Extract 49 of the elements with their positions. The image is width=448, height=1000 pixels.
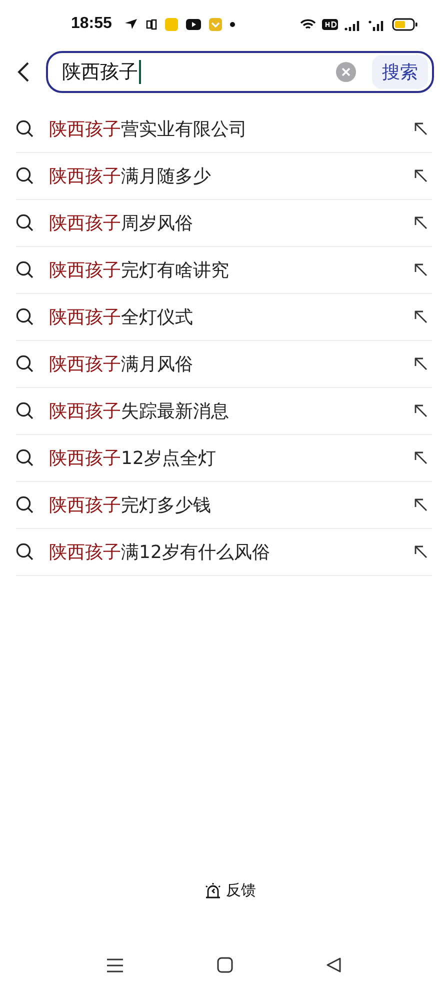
battery-icon bbox=[392, 18, 418, 30]
app-icon bbox=[146, 18, 157, 30]
menu-icon[interactable] bbox=[106, 958, 124, 972]
suggestion-item[interactable]: 陕西孩子满月风俗 bbox=[16, 341, 432, 388]
hd-icon bbox=[322, 18, 338, 30]
wifi-icon bbox=[300, 18, 316, 30]
home-icon[interactable] bbox=[216, 957, 233, 973]
search-icon bbox=[16, 167, 34, 185]
app-icon bbox=[208, 18, 222, 30]
suggestion-item[interactable]: 陕西孩子满月随多少 bbox=[16, 153, 432, 200]
arrow-icon[interactable] bbox=[414, 357, 428, 371]
search-icon bbox=[16, 261, 34, 279]
suggestion-item[interactable]: 陕西孩子失踪最新消息 bbox=[16, 388, 432, 435]
suggestion-item[interactable]: 陕西孩子12岁点全灯 bbox=[16, 435, 432, 482]
arrow-icon[interactable] bbox=[414, 310, 428, 324]
arrow-icon[interactable] bbox=[414, 216, 428, 230]
search-icon bbox=[16, 449, 34, 467]
suggestion-item[interactable]: 陕西孩子周岁风俗 bbox=[16, 200, 432, 247]
arrow-icon[interactable] bbox=[414, 451, 428, 465]
arrow-icon[interactable] bbox=[414, 263, 428, 277]
arrow-icon[interactable] bbox=[414, 498, 428, 512]
app-icon bbox=[164, 18, 178, 30]
arrow-icon[interactable] bbox=[414, 545, 428, 559]
search-field[interactable]: 陕西孩子 搜索 bbox=[46, 51, 434, 93]
signal-icon bbox=[368, 18, 386, 30]
suggestion-item[interactable]: 陕西孩子营实业有限公司 bbox=[16, 106, 432, 153]
suggestion-item[interactable]: 陕西孩子完灯多少钱 bbox=[16, 482, 432, 529]
feedback-link[interactable]: 反馈 bbox=[204, 881, 256, 900]
arrow-icon[interactable] bbox=[414, 122, 428, 136]
search-icon bbox=[16, 355, 34, 373]
search-icon bbox=[16, 496, 34, 514]
suggestion-item[interactable]: 陕西孩子满12岁有什么风俗 bbox=[16, 529, 432, 576]
back-icon[interactable] bbox=[16, 61, 30, 83]
suggestion-item[interactable]: 陕西孩子全灯仪式 bbox=[16, 294, 432, 341]
search-icon bbox=[16, 214, 34, 232]
suggestion-item[interactable]: 陕西孩子完灯有啥讲究 bbox=[16, 247, 432, 294]
send-icon bbox=[124, 18, 138, 30]
arrow-icon[interactable] bbox=[414, 169, 428, 183]
arrow-icon[interactable] bbox=[414, 404, 428, 418]
back-icon[interactable] bbox=[326, 957, 342, 973]
dot-icon bbox=[230, 22, 235, 26]
video-icon bbox=[186, 18, 201, 30]
search-icon bbox=[16, 543, 34, 561]
search-icon bbox=[16, 402, 34, 420]
search-icon bbox=[16, 308, 34, 326]
search-icon bbox=[16, 120, 34, 138]
status-time: 18:55 bbox=[71, 15, 112, 33]
search-button[interactable]: 搜索 bbox=[372, 55, 428, 89]
alarm-icon bbox=[204, 882, 222, 899]
